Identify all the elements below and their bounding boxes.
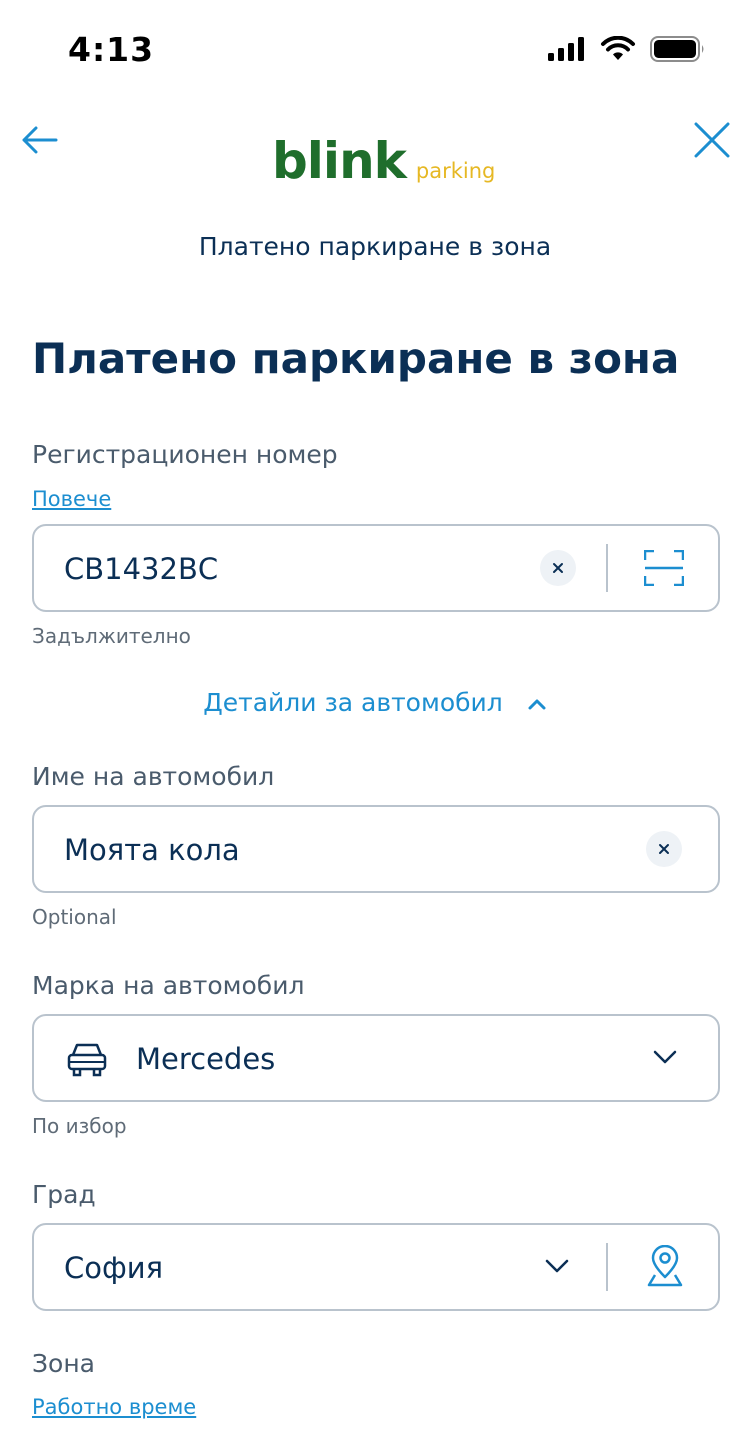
car-brand-label: Марка на автомобил [32, 971, 305, 1000]
field-divider [606, 1243, 608, 1291]
close-icon [694, 122, 730, 158]
arrow-left-icon [22, 126, 58, 154]
zone-label: Зона [32, 1349, 95, 1378]
registration-hint: Задължително [32, 624, 191, 648]
status-icons [548, 36, 706, 62]
car-name-clear-button[interactable] [646, 831, 682, 867]
location-pin-icon [647, 1244, 683, 1287]
city-value: София [64, 1251, 164, 1285]
clear-icon [553, 563, 563, 573]
status-bar: 4:13 [0, 0, 750, 100]
chevron-down-icon[interactable] [544, 1257, 570, 1279]
battery-icon [650, 36, 704, 62]
car-name-label: Име на автомобил [32, 762, 275, 791]
logo-sub: parking [415, 159, 496, 183]
back-button[interactable] [18, 118, 62, 162]
registration-value: СВ1432ВС [64, 552, 219, 586]
cellular-signal-icon [548, 37, 584, 61]
car-brand-hint: По избор [32, 1114, 127, 1138]
page-title: Платено паркиране в зона [32, 334, 680, 383]
registration-field[interactable]: СВ1432ВС [32, 524, 720, 612]
field-divider [606, 544, 608, 592]
car-name-field[interactable]: Моята кола [32, 805, 720, 893]
scan-plate-button[interactable] [643, 549, 685, 587]
car-name-value: Моята кола [64, 833, 240, 867]
car-details-toggle[interactable]: Детайли за автомобил [0, 686, 750, 717]
clear-icon [659, 844, 669, 854]
nav-header: blink parking [0, 100, 750, 210]
car-name-hint: Optional [32, 905, 117, 929]
car-details-toggle-label: Детайли за автомобил [203, 687, 503, 717]
car-brand-value: Mercedes [136, 1042, 276, 1076]
more-link[interactable]: Повече [32, 487, 111, 511]
close-button[interactable] [690, 118, 734, 162]
nav-title: Платено паркиране в зона [198, 232, 552, 261]
locate-city-button[interactable] [646, 1244, 684, 1289]
car-brand-select[interactable]: Mercedes [32, 1014, 720, 1102]
chevron-down-icon [652, 1048, 678, 1070]
working-hours-link[interactable]: Работно време [32, 1395, 196, 1419]
registration-clear-button[interactable] [540, 550, 576, 586]
registration-label: Регистрационен номер [32, 440, 338, 469]
city-select[interactable]: София [32, 1223, 720, 1311]
chevron-up-icon [527, 688, 547, 717]
city-label: Град [32, 1180, 96, 1209]
blink-logo: blink parking [272, 132, 495, 190]
car-icon [66, 1040, 108, 1084]
logo-main: blink [272, 132, 407, 190]
wifi-icon [601, 36, 635, 60]
status-time: 4:13 [68, 30, 155, 69]
scan-icon [643, 549, 685, 587]
